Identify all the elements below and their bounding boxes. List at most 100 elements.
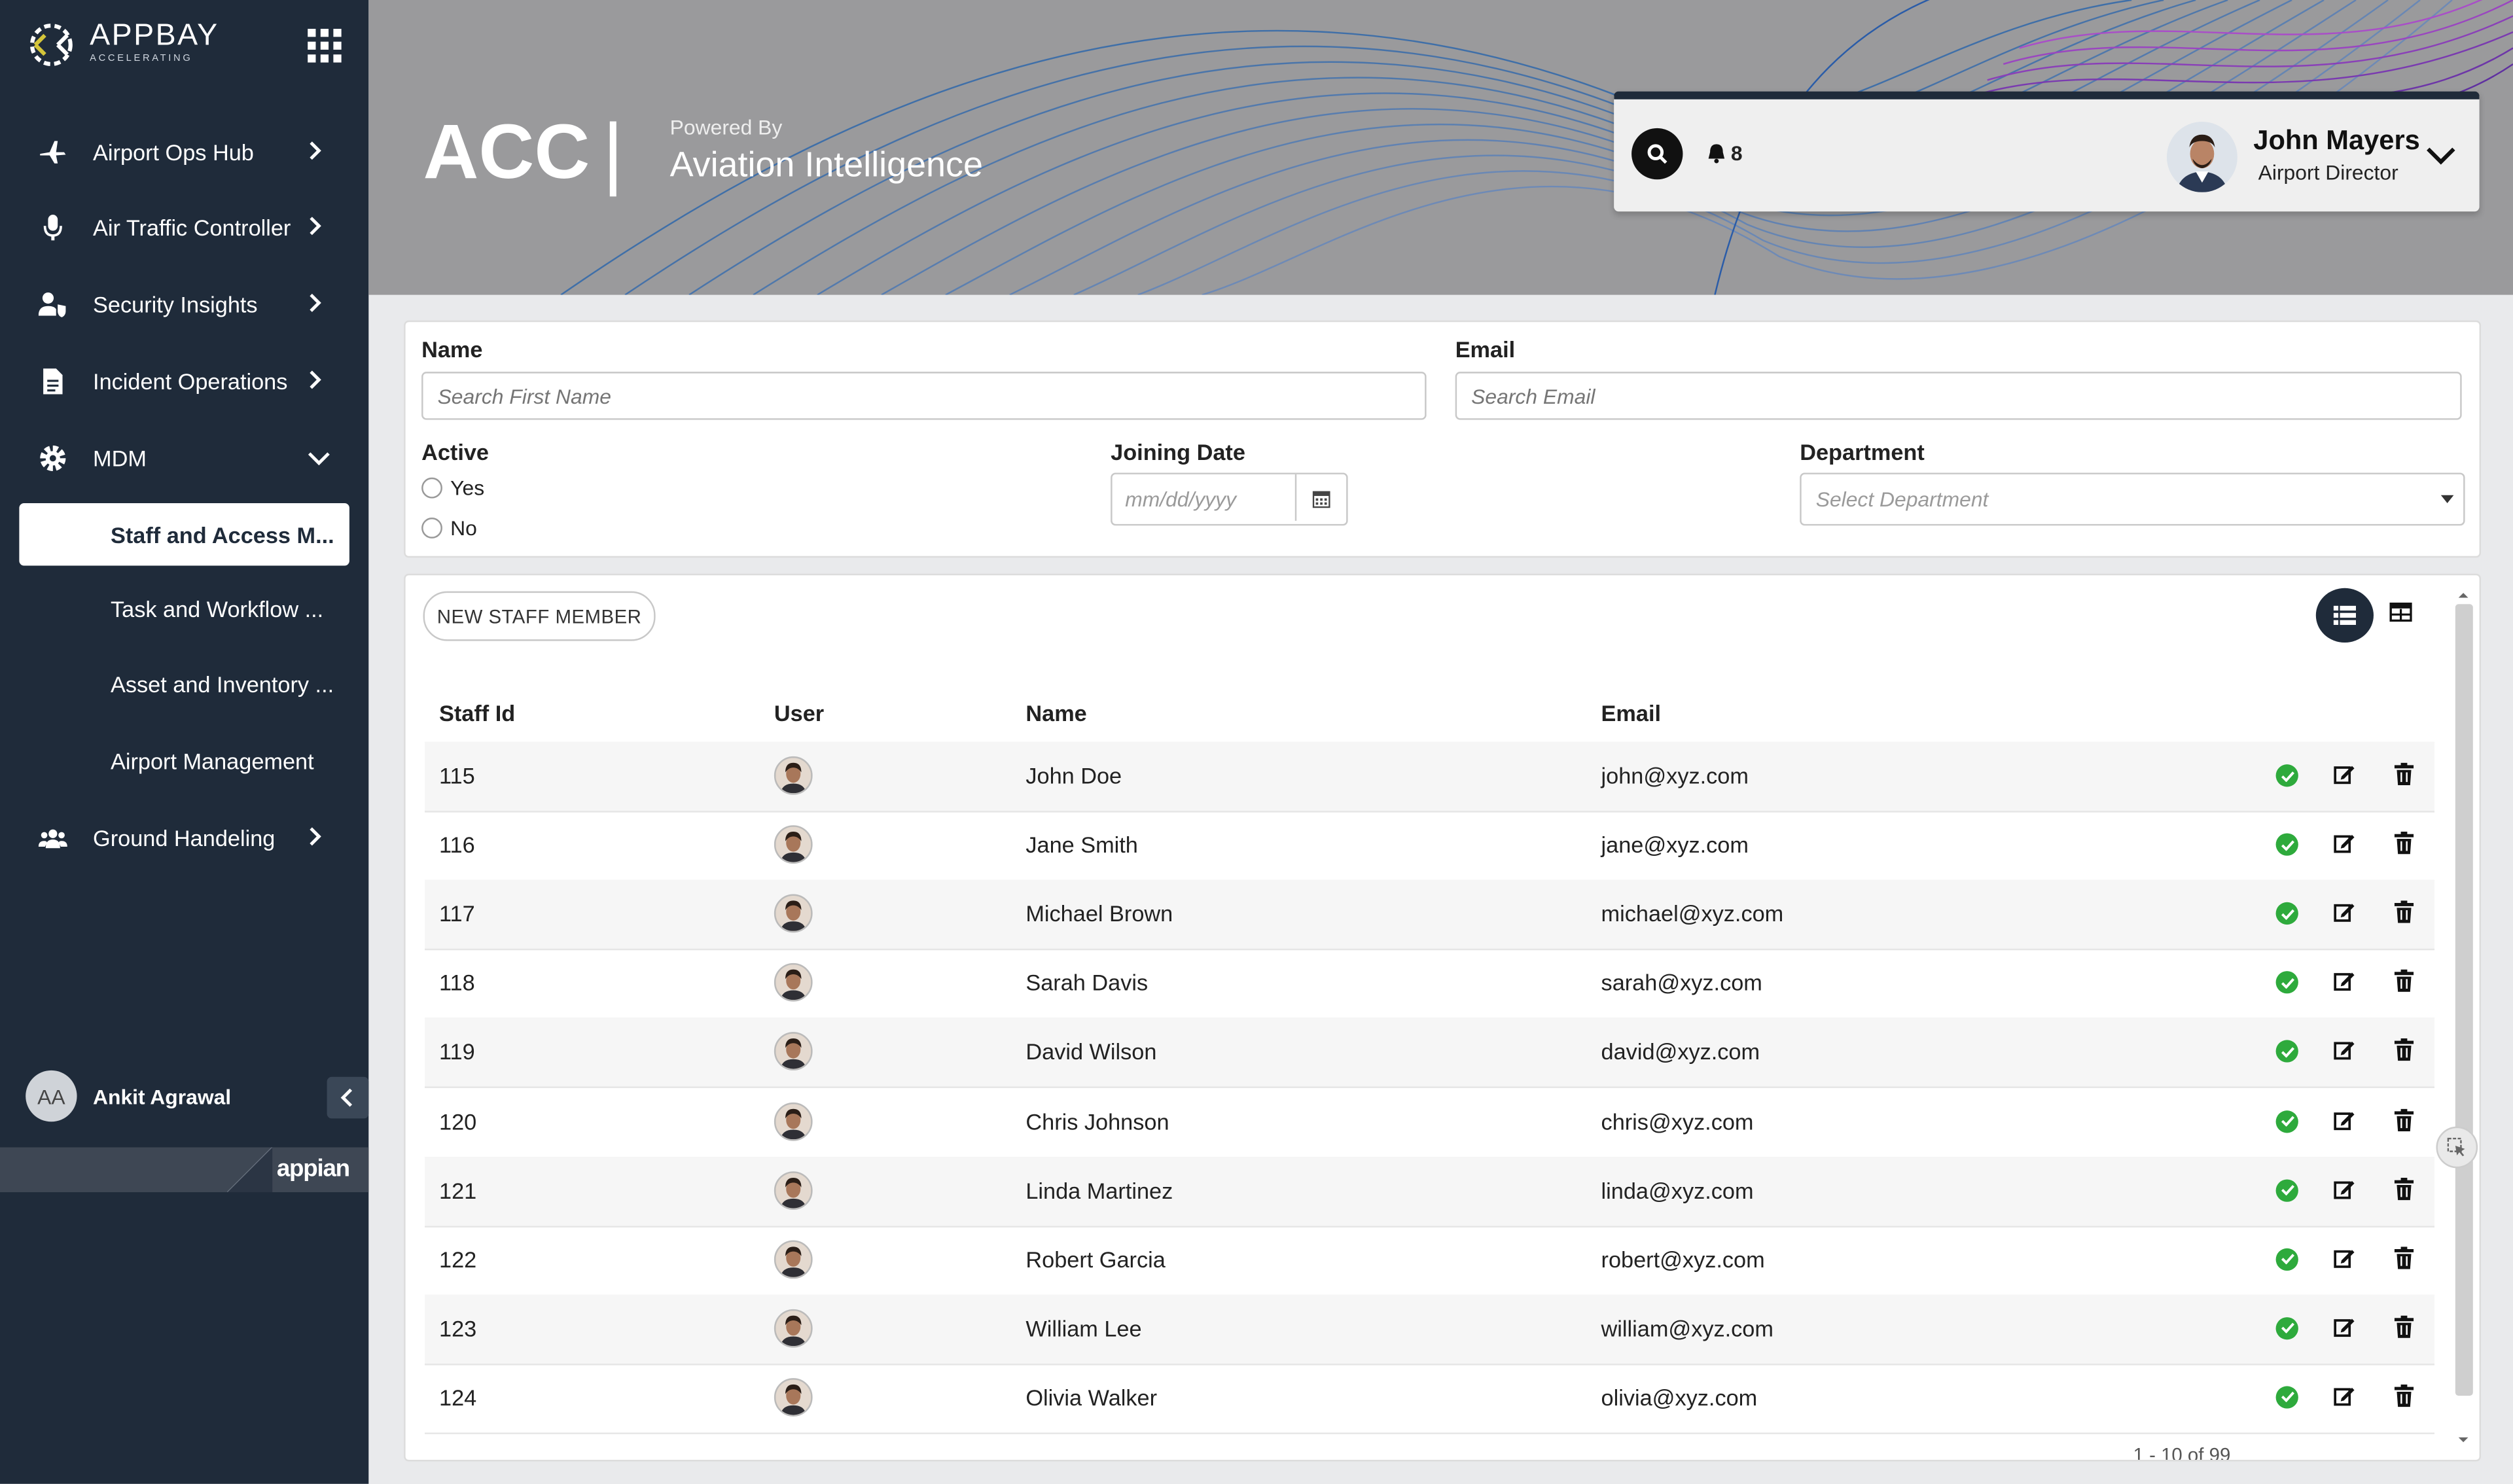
pagination[interactable]: 1 - 10 of 99 xyxy=(2133,1444,2231,1460)
name-cell: Jane Smith xyxy=(1025,832,1138,858)
gear-icon xyxy=(39,444,67,472)
table-row[interactable]: 123 William Lee william@xyz.com xyxy=(424,1294,2435,1366)
edit-icon[interactable] xyxy=(2334,901,2356,932)
check-circle-icon[interactable] xyxy=(2275,833,2298,856)
gear-logo-icon xyxy=(29,24,73,67)
table-row[interactable]: 118 Sarah Davis sarah@xyz.com xyxy=(424,949,2435,1020)
calendar-icon[interactable] xyxy=(1294,474,1346,521)
grid-view-button[interactable] xyxy=(2389,601,2412,629)
email-cell: jane@xyz.com xyxy=(1601,832,1749,858)
name-cell: Sarah Davis xyxy=(1025,970,1149,996)
check-circle-icon[interactable] xyxy=(2275,764,2298,787)
user-avatar xyxy=(774,1309,813,1348)
sidebar-item-label: Security Insights xyxy=(93,291,258,317)
edit-icon[interactable] xyxy=(2334,1177,2356,1208)
sidebar-item-incident-operations[interactable]: Incident Operations xyxy=(0,349,368,414)
table-row[interactable]: 119 David Wilson david@xyz.com xyxy=(424,1018,2435,1089)
email-search-input[interactable] xyxy=(1455,372,2462,420)
sidebar-subitem-airport-management[interactable]: Airport Management xyxy=(111,749,314,774)
profile-avatar[interactable] xyxy=(2167,122,2237,192)
column-header-name[interactable]: Name xyxy=(1025,700,1086,726)
check-circle-icon[interactable] xyxy=(2275,1316,2298,1339)
chevron-right-icon xyxy=(308,292,323,317)
trash-icon[interactable] xyxy=(2394,1315,2414,1346)
edit-icon[interactable] xyxy=(2334,832,2356,862)
staff-id-cell: 121 xyxy=(439,1177,477,1203)
chevron-down-icon[interactable] xyxy=(2425,144,2457,173)
trash-icon[interactable] xyxy=(2394,1038,2414,1070)
appian-footer: appian xyxy=(0,1147,369,1193)
list-view-button[interactable] xyxy=(2315,588,2374,643)
trash-icon[interactable] xyxy=(2394,1384,2414,1415)
sidebar-item-ground-handeling[interactable]: Ground Handeling xyxy=(0,806,368,870)
email-cell: john@xyz.com xyxy=(1601,762,1749,788)
table-row[interactable]: 116 Jane Smith jane@xyz.com xyxy=(424,811,2435,882)
profile-name: John Mayers xyxy=(2253,125,2420,156)
profile-role: Airport Director xyxy=(2258,160,2398,185)
joining-date-input[interactable]: mm/dd/yyyy xyxy=(1111,472,1348,526)
first-name-search-input[interactable] xyxy=(421,372,1427,420)
trash-icon[interactable] xyxy=(2394,1246,2414,1277)
sidebar-user[interactable]: AA Ankit Agrawal xyxy=(26,1070,369,1125)
active-yes-radio[interactable]: Yes xyxy=(421,476,484,500)
user-avatar xyxy=(774,963,813,1002)
apps-grid-icon[interactable] xyxy=(308,29,343,63)
trash-icon[interactable] xyxy=(2394,970,2414,1000)
table-row[interactable]: 117 Michael Brown michael@xyz.com xyxy=(424,879,2435,951)
check-circle-icon[interactable] xyxy=(2275,1178,2298,1201)
active-no-radio[interactable]: No xyxy=(421,516,477,540)
sidebar-subitem-staff-access[interactable]: Staff and Access M... xyxy=(19,503,349,566)
check-circle-icon[interactable] xyxy=(2275,971,2298,995)
edit-icon[interactable] xyxy=(2334,1246,2356,1277)
search-button[interactable] xyxy=(1631,128,1683,180)
column-header-email[interactable]: Email xyxy=(1601,700,1661,726)
check-circle-icon[interactable] xyxy=(2275,902,2298,925)
select-tool-button[interactable] xyxy=(2436,1126,2478,1169)
check-circle-icon[interactable] xyxy=(2275,1040,2298,1063)
sidebar-item-mdm[interactable]: MDM xyxy=(0,426,368,490)
new-staff-member-button[interactable]: NEW STAFF MEMBER xyxy=(423,591,656,641)
edit-icon[interactable] xyxy=(2334,1385,2356,1415)
sidebar-item-security-insights[interactable]: Security Insights xyxy=(0,272,368,336)
appbay-logo[interactable]: APPBAY ACCELERATING xyxy=(19,13,243,77)
table-row[interactable]: 121 Linda Martinez linda@xyz.com xyxy=(424,1156,2435,1227)
check-circle-icon[interactable] xyxy=(2275,1248,2298,1271)
sidebar-item-airport-ops-hub[interactable]: Airport Ops Hub xyxy=(0,120,368,185)
table-row[interactable]: 122 Robert Garcia robert@xyz.com xyxy=(424,1226,2435,1296)
edit-icon[interactable] xyxy=(2334,1108,2356,1139)
sidebar-subitem-task-workflow[interactable]: Task and Workflow ... xyxy=(111,596,323,622)
radio-label: Yes xyxy=(450,476,485,501)
edit-icon[interactable] xyxy=(2334,1315,2356,1346)
trash-icon[interactable] xyxy=(2394,1177,2414,1208)
column-header-user[interactable]: User xyxy=(774,700,824,726)
active-label: Active xyxy=(421,439,490,465)
edit-icon[interactable] xyxy=(2334,970,2356,1000)
trash-icon[interactable] xyxy=(2394,900,2414,932)
department-label: Department xyxy=(1800,439,1925,465)
sidebar-item-label: Incident Operations xyxy=(93,368,288,395)
sidebar-subitem-label: Staff and Access M... xyxy=(110,521,334,548)
scrollbar-thumb[interactable] xyxy=(2455,604,2473,1396)
microphone-icon xyxy=(39,213,67,242)
trash-icon[interactable] xyxy=(2394,1108,2414,1139)
trash-icon[interactable] xyxy=(2394,832,2414,862)
sidebar-subitem-asset-inventory[interactable]: Asset and Inventory ... xyxy=(111,671,334,697)
check-circle-icon[interactable] xyxy=(2275,1109,2298,1133)
column-header-staff-id[interactable]: Staff Id xyxy=(439,700,515,726)
appian-logo: appian xyxy=(276,1155,350,1183)
staff-id-cell: 123 xyxy=(439,1315,477,1341)
table-row[interactable]: 120 Chris Johnson chris@xyz.com xyxy=(424,1087,2435,1158)
table-row[interactable]: 124 Olivia Walker olivia@xyz.com xyxy=(424,1364,2435,1434)
trash-icon[interactable] xyxy=(2394,762,2414,794)
table-row[interactable]: 115 John Doe john@xyz.com xyxy=(424,741,2435,813)
notifications-button[interactable]: 8 xyxy=(1707,141,1743,165)
collapse-sidebar-button[interactable] xyxy=(327,1076,369,1119)
radio-circle xyxy=(421,477,442,499)
edit-icon[interactable] xyxy=(2334,1039,2356,1070)
sidebar-item-label: Airport Ops Hub xyxy=(93,139,254,166)
check-circle-icon[interactable] xyxy=(2275,1386,2298,1409)
edit-icon[interactable] xyxy=(2334,763,2356,794)
sidebar-item-air-traffic-controller[interactable]: Air Traffic Controller xyxy=(0,196,368,260)
staff-id-cell: 119 xyxy=(439,1038,475,1065)
department-select[interactable]: Select Department xyxy=(1800,472,2465,526)
